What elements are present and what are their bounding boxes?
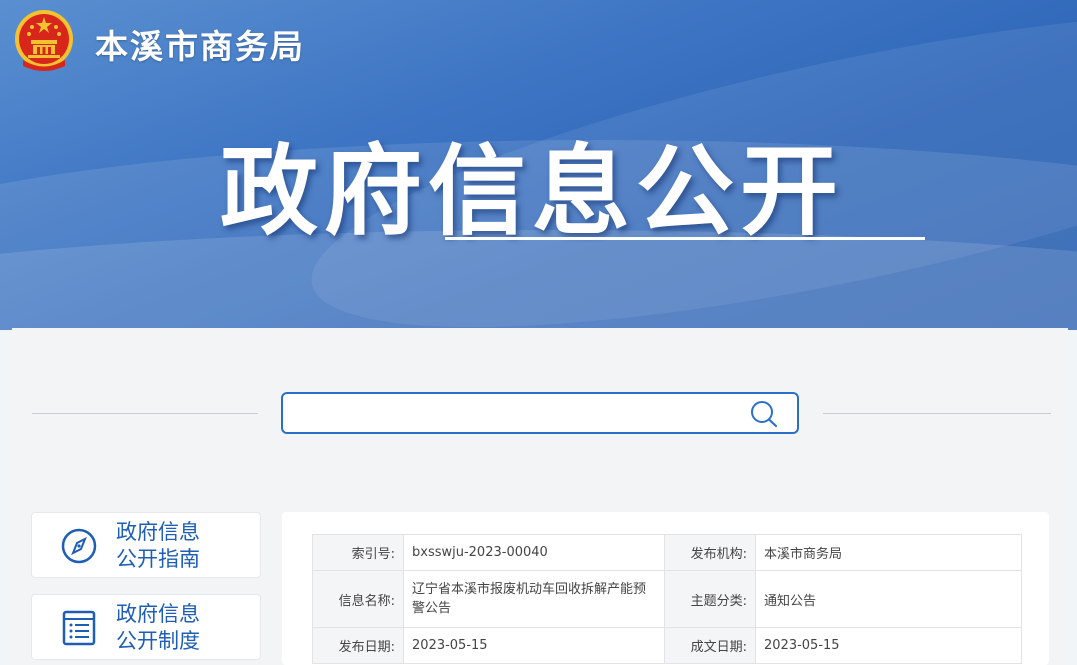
publisher-label: 发布机构: (664, 534, 756, 571)
search-icon[interactable] (749, 400, 779, 428)
nav-rules-label: 政府信息 公开制度 (116, 602, 200, 653)
search-input[interactable] (293, 400, 737, 428)
index-no-value: bxsswju-2023-00040 (403, 534, 665, 571)
info-name-label: 信息名称: (312, 570, 404, 628)
publisher-value: 本溪市商务局 (755, 534, 1022, 571)
search-bar (281, 392, 799, 434)
page-title: 政府信息公开 (220, 135, 845, 249)
info-table: 索引号: bxsswju-2023-00040 发布机构: 本溪市商务局 信息名… (312, 534, 1022, 664)
document-list-icon (62, 610, 96, 646)
divider (823, 413, 1051, 414)
publish-date-label: 发布日期: (312, 627, 404, 664)
national-emblem-icon (15, 10, 73, 71)
compass-icon (61, 528, 97, 564)
publish-date-value: 2023-05-15 (403, 627, 665, 664)
created-date-value: 2023-05-15 (755, 627, 1022, 664)
created-date-label: 成文日期: (664, 627, 756, 664)
divider (32, 413, 258, 414)
topic-value: 通知公告 (755, 570, 1022, 628)
nav-guide-button[interactable]: 政府信息 公开指南 (31, 512, 261, 578)
index-no-label: 索引号: (312, 534, 404, 571)
header-banner: 本溪市商务局 政府信息公开 (0, 0, 1077, 330)
topic-label: 主题分类: (664, 570, 756, 628)
title-underline (445, 237, 925, 240)
nav-guide-label: 政府信息 公开指南 (116, 520, 200, 571)
nav-rules-button[interactable]: 政府信息 公开制度 (31, 594, 261, 660)
info-name-value: 辽宁省本溪市报废机动车回收拆解产能预警公告 (403, 570, 665, 628)
site-title: 本溪市商务局 (95, 27, 305, 66)
